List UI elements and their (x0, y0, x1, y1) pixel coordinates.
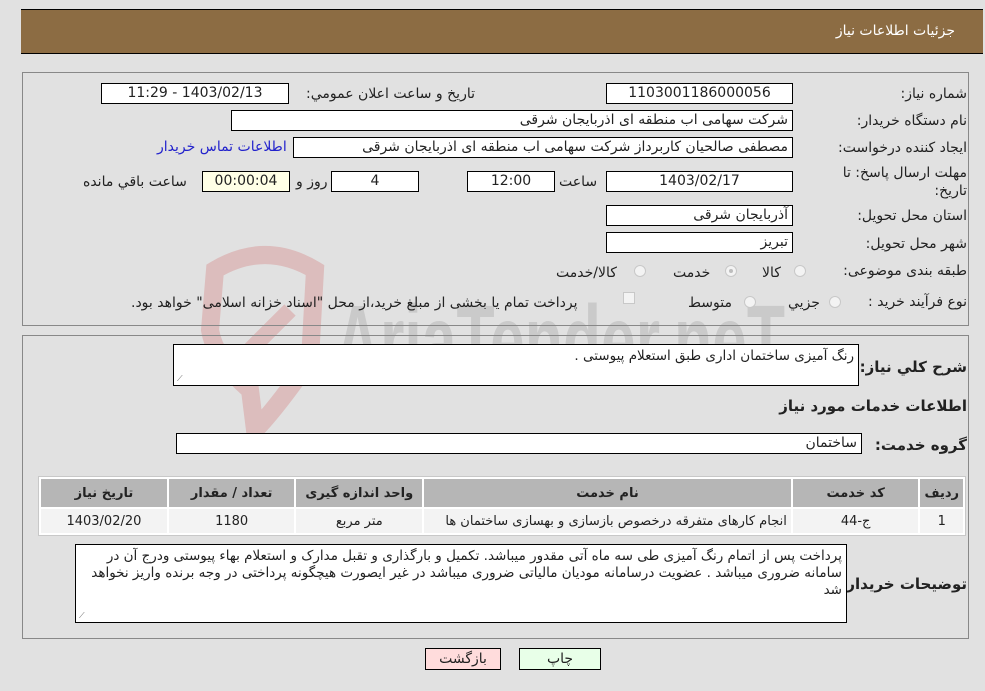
table-header-row: رديف کد خدمت نام خدمت واحد اندازه گيری ت… (41, 479, 963, 507)
services-heading: اطلاعات خدمات مورد نياز (779, 397, 967, 415)
deadline-label-line2: تاریخ: (934, 183, 967, 199)
purchase-type-label: نوع فرآیند خرید : (868, 294, 967, 310)
cell-row-number: 1 (920, 509, 963, 533)
description-text: رنگ آمیزی ساختمان اداری طبق استعلام پیوس… (574, 348, 854, 364)
category-radio-goods-service[interactable] (634, 265, 646, 277)
col-header-service-code: کد خدمت (792, 479, 919, 507)
category-radio-service[interactable] (725, 265, 737, 277)
province-field[interactable]: آذربایجان شرقی (606, 205, 793, 226)
requester-field[interactable]: مصطفی صالحیان کاربرداز شرکت سهامی اب منط… (293, 137, 793, 158)
remaining-days-field[interactable]: 4 (331, 171, 419, 192)
cell-quantity: 1180 (168, 509, 295, 533)
purchase-type-option-minor: جزيي (788, 295, 820, 311)
province-label: استان محل تحویل: (857, 208, 967, 224)
city-label: شهر محل تحویل: (865, 236, 967, 252)
services-table: رديف کد خدمت نام خدمت واحد اندازه گيری ت… (38, 476, 966, 536)
requester-label: ايجاد کننده درخواست: (838, 140, 967, 156)
buyer-contact-link[interactable]: اطلاعات تماس خریدار (157, 139, 287, 155)
treasury-bonds-label: پرداخت تمام یا بخشی از مبلغ خرید،از محل … (131, 295, 578, 311)
announce-datetime-label: تاریخ و ساعت اعلان عمومي: (306, 86, 475, 102)
print-button[interactable]: چاپ (519, 648, 601, 670)
treasury-bonds-checkbox[interactable] (623, 292, 635, 304)
buyer-notes-text: پرداخت پس از اتمام رنگ آمیزی طی سه ماه آ… (91, 548, 842, 598)
description-textarea[interactable]: رنگ آمیزی ساختمان اداری طبق استعلام پیوس… (173, 344, 859, 386)
buyer-notes-label: توضيحات خريدار: (840, 575, 967, 593)
deadline-time-label: ساعت (559, 174, 598, 190)
buyer-notes-textarea[interactable]: پرداخت پس از اتمام رنگ آمیزی طی سه ماه آ… (75, 544, 847, 623)
table-row: 1 ج-44 انجام کارهای متفرقه درخصوص بازساز… (41, 509, 963, 533)
remaining-time-label: ساعت باقي مانده (83, 174, 187, 190)
need-number-label: شماره نیاز: (900, 86, 968, 102)
purchase-type-radio-minor[interactable] (829, 296, 841, 308)
service-group-field[interactable]: ساختمان (176, 433, 862, 454)
page-title: جزئیات اطلاعات نیاز (835, 23, 955, 39)
remaining-time-field[interactable]: 00:00:04 (202, 171, 290, 192)
cell-service-name: انجام کارهای متفرقه درخصوص بازسازی و بهس… (424, 509, 791, 533)
category-option-goods: کالا (762, 265, 781, 281)
cell-unit: متر مربع (296, 509, 423, 533)
col-header-quantity: تعداد / مقدار (168, 479, 295, 507)
buyer-org-label: نام دستگاه خريدار: (856, 113, 967, 129)
col-header-service-name: نام خدمت (424, 479, 791, 507)
category-radio-goods[interactable] (794, 265, 806, 277)
col-header-need-date: تاريخ نياز (41, 479, 167, 507)
cell-need-date: 1403/02/20 (41, 509, 167, 533)
need-number-field[interactable]: 1103001186000056 (606, 83, 793, 104)
description-label: شرح کلي نياز: (859, 358, 967, 376)
resize-grip-icon[interactable]: ⟋ (79, 612, 87, 620)
category-option-service: خدمت (673, 265, 711, 281)
category-label: طبقه بندی موضوعی: (843, 263, 967, 279)
days-label: روز و (296, 174, 328, 190)
deadline-label-line1: مهلت ارسال پاسخ: تا (842, 165, 967, 181)
col-header-row-number: رديف (920, 479, 963, 507)
purchase-type-radio-medium[interactable] (744, 296, 756, 308)
back-button[interactable]: بازگشت (425, 648, 501, 670)
deadline-date-field[interactable]: 1403/02/17 (606, 171, 793, 192)
announce-datetime-field[interactable]: 1403/02/13 - 11:29 (101, 83, 289, 104)
page-header: جزئیات اطلاعات نیاز (21, 9, 983, 54)
resize-grip-icon[interactable]: ⟋ (177, 375, 185, 383)
deadline-time-field[interactable]: 12:00 (467, 171, 555, 192)
buyer-org-field[interactable]: شرکت سهامی اب منطقه ای اذربایجان شرقی (231, 110, 793, 131)
col-header-unit: واحد اندازه گيری (296, 479, 423, 507)
service-group-label: گروه خدمت: (874, 436, 967, 454)
category-option-goods-service: کالا/خدمت (556, 265, 617, 281)
cell-service-code: ج-44 (792, 509, 919, 533)
purchase-type-option-medium: متوسط (688, 295, 732, 311)
city-field[interactable]: تبریز (606, 232, 793, 253)
